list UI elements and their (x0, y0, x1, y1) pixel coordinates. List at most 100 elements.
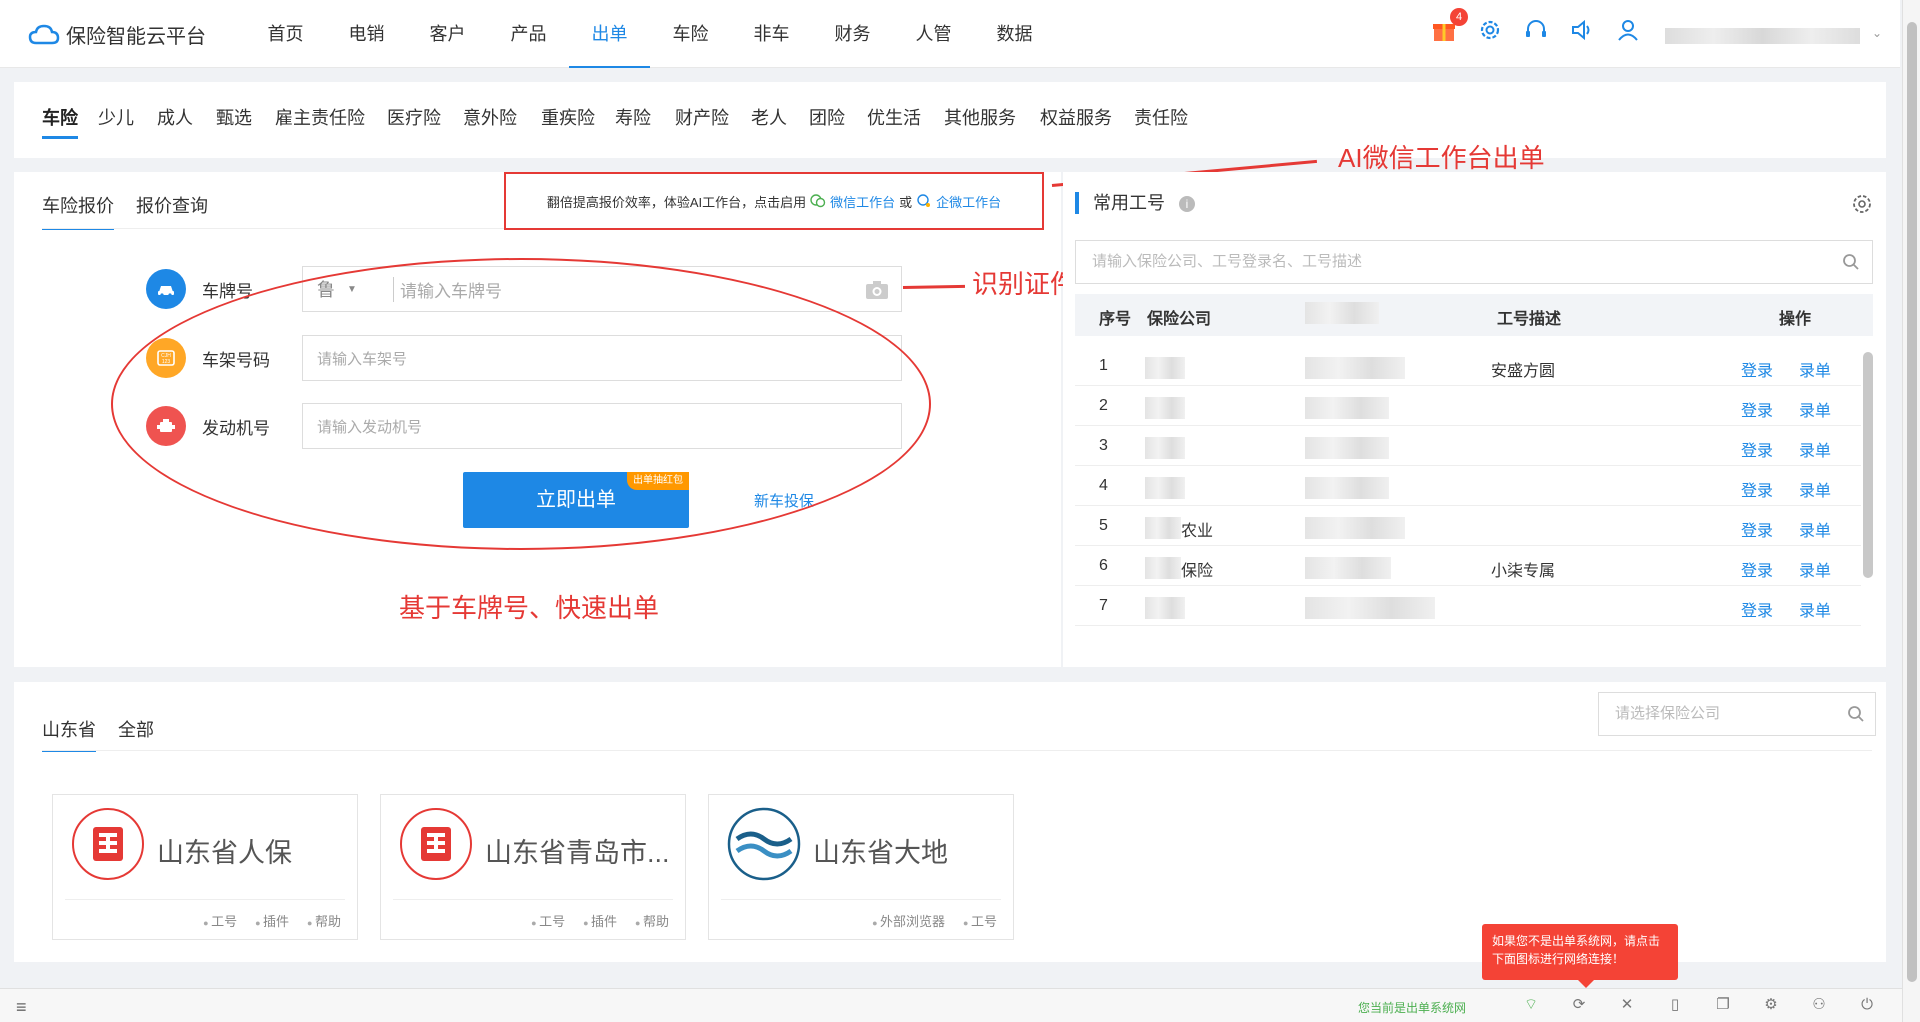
insurer-card[interactable]: 山东省青岛市... 工号 插件 帮助 (380, 794, 686, 940)
cat-tab-employer[interactable]: 雇主责任险 (275, 104, 365, 130)
nav-customer[interactable]: 客户 (407, 0, 488, 68)
tab-auto-quote[interactable]: 车险报价 (42, 192, 114, 230)
new-car-link[interactable]: 新车投保 (754, 490, 814, 511)
user-icon[interactable] (1614, 16, 1642, 44)
row-desc: 安盛方圆 (1491, 363, 1556, 380)
chevron-down-icon[interactable]: ⌄ (1872, 26, 1882, 40)
province-select[interactable]: 鲁 ▼ (303, 276, 393, 302)
insurer-card[interactable]: 山东省大地 外部浏览器 工号 (708, 794, 1014, 940)
nav-hr[interactable]: 人管 (893, 0, 974, 68)
cat-tab-selected[interactable]: 甄选 (216, 104, 252, 130)
entry-link[interactable]: 录单 (1799, 397, 1831, 421)
plate-input[interactable]: 请输入车牌号 (393, 276, 502, 302)
entry-link[interactable]: 录单 (1799, 557, 1831, 581)
card-action-external-browser[interactable]: 外部浏览器 (872, 911, 945, 930)
login-link[interactable]: 登录 (1741, 517, 1773, 541)
cat-tab-critical[interactable]: 重疾险 (541, 104, 595, 130)
issue-now-button[interactable]: 立即出单 出单抽红包 (463, 472, 689, 528)
entry-link[interactable]: 录单 (1799, 517, 1831, 541)
nav-finance[interactable]: 财务 (812, 0, 893, 68)
cat-tab-elderly[interactable]: 老人 (751, 104, 787, 130)
login-link[interactable]: 登录 (1741, 397, 1773, 421)
copy-icon[interactable]: ❐ (1714, 996, 1732, 1014)
card-action-workno[interactable]: 工号 (203, 911, 237, 930)
nav-data[interactable]: 数据 (974, 0, 1055, 68)
cat-tab-children[interactable]: 少儿 (98, 104, 134, 130)
cat-tab-liability[interactable]: 责任险 (1134, 104, 1188, 130)
cat-tab-rights[interactable]: 权益服务 (1040, 104, 1112, 130)
login-link[interactable]: 登录 (1741, 357, 1773, 381)
card-action-plugin[interactable]: 插件 (255, 911, 289, 930)
window-scrollbar[interactable] (1902, 0, 1920, 1022)
refresh-icon[interactable]: ⟳ (1570, 996, 1588, 1014)
nav-home[interactable]: 首页 (245, 0, 326, 68)
menu-icon[interactable]: ≡ (16, 997, 27, 1018)
nav-auto[interactable]: 车险 (650, 0, 731, 68)
camera-icon[interactable] (865, 279, 889, 301)
cat-tab-life[interactable]: 寿险 (615, 104, 651, 130)
card-action-help[interactable]: 帮助 (635, 911, 669, 930)
annotation-plate: 基于车牌号、快速出单 (399, 593, 660, 623)
insurer-card[interactable]: 山东省人保 工号 插件 帮助 (52, 794, 358, 940)
car-icon (146, 269, 186, 309)
gift-icon[interactable]: 4 (1430, 8, 1468, 44)
speaker-icon[interactable] (1568, 16, 1596, 44)
tab-all[interactable]: 全部 (118, 716, 154, 752)
info-icon[interactable]: i (1179, 196, 1195, 212)
engine-input[interactable]: 请输入发动机号 (302, 403, 902, 449)
entry-link[interactable]: 录单 (1799, 477, 1831, 501)
cat-tab-other[interactable]: 其他服务 (944, 104, 1016, 130)
card-action-workno[interactable]: 工号 (531, 911, 565, 930)
gear-icon[interactable] (1476, 16, 1504, 44)
table-scrollbar[interactable] (1863, 352, 1873, 578)
login-link[interactable]: 登录 (1741, 477, 1773, 501)
username-redacted[interactable] (1665, 28, 1860, 44)
login-link[interactable]: 登录 (1741, 437, 1773, 461)
cat-tab-accident[interactable]: 意外险 (463, 104, 517, 130)
table-row[interactable]: 6 保险 小柒专属 登录 录单 (1075, 546, 1861, 586)
headset-icon[interactable] (1522, 16, 1550, 44)
table-row[interactable]: 1 安盛方圆 登录 录单 (1075, 346, 1861, 386)
entry-link[interactable]: 录单 (1799, 597, 1831, 621)
app-logo[interactable]: 保险智能云平台 (28, 20, 206, 49)
search-icon[interactable] (1847, 705, 1865, 723)
settings-icon[interactable] (1850, 192, 1874, 216)
cat-tab-group[interactable]: 团险 (809, 104, 845, 130)
common-search-input[interactable]: 请输入保险公司、工号登录名、工号描述 (1075, 240, 1873, 284)
power-icon[interactable]: ⏻ (1858, 996, 1876, 1014)
table-row[interactable]: 3 登录 录单 (1075, 426, 1861, 466)
cat-tab-youshenghuo[interactable]: 优生活 (867, 104, 921, 130)
nav-nonauto[interactable]: 非车 (731, 0, 812, 68)
card-action-help[interactable]: 帮助 (307, 911, 341, 930)
table-row[interactable]: 2 登录 录单 (1075, 386, 1861, 426)
users-icon[interactable]: ⚇ (1810, 996, 1828, 1014)
entry-link[interactable]: 录单 (1799, 437, 1831, 461)
nav-product[interactable]: 产品 (488, 0, 569, 68)
cat-tab-auto[interactable]: 车险 (42, 104, 78, 139)
nav-telesales[interactable]: 电销 (326, 0, 407, 68)
close-icon[interactable]: ✕ (1618, 996, 1636, 1014)
trash-icon[interactable]: ▯ (1666, 996, 1684, 1014)
table-row[interactable]: 4 登录 录单 (1075, 466, 1861, 506)
insurer-search-input[interactable]: 请选择保险公司 (1598, 692, 1876, 736)
cat-tab-property[interactable]: 财产险 (675, 104, 729, 130)
login-link[interactable]: 登录 (1741, 557, 1773, 581)
card-action-plugin[interactable]: 插件 (583, 911, 617, 930)
tab-quote-query[interactable]: 报价查询 (136, 192, 208, 230)
wifi-icon[interactable]: ⌔ (1522, 996, 1540, 1014)
nav-issue[interactable]: 出单 (569, 0, 650, 68)
wechat-workbench-link[interactable]: 微信工作台 (830, 192, 895, 211)
vin-input[interactable]: 请输入车架号 (302, 335, 902, 381)
scrollbar-thumb[interactable] (1907, 22, 1917, 982)
tab-shandong[interactable]: 山东省 (42, 716, 96, 752)
login-link[interactable]: 登录 (1741, 597, 1773, 621)
card-action-workno[interactable]: 工号 (963, 911, 997, 930)
table-row[interactable]: 5 农业 登录 录单 (1075, 506, 1861, 546)
wecom-workbench-link[interactable]: 企微工作台 (936, 192, 1001, 211)
cat-tab-medical[interactable]: 医疗险 (387, 104, 441, 130)
cat-tab-adult[interactable]: 成人 (157, 104, 193, 130)
search-icon[interactable] (1842, 253, 1860, 271)
entry-link[interactable]: 录单 (1799, 357, 1831, 381)
settings-icon[interactable]: ⚙ (1762, 996, 1780, 1014)
table-row[interactable]: 7 登录 录单 (1075, 586, 1861, 626)
